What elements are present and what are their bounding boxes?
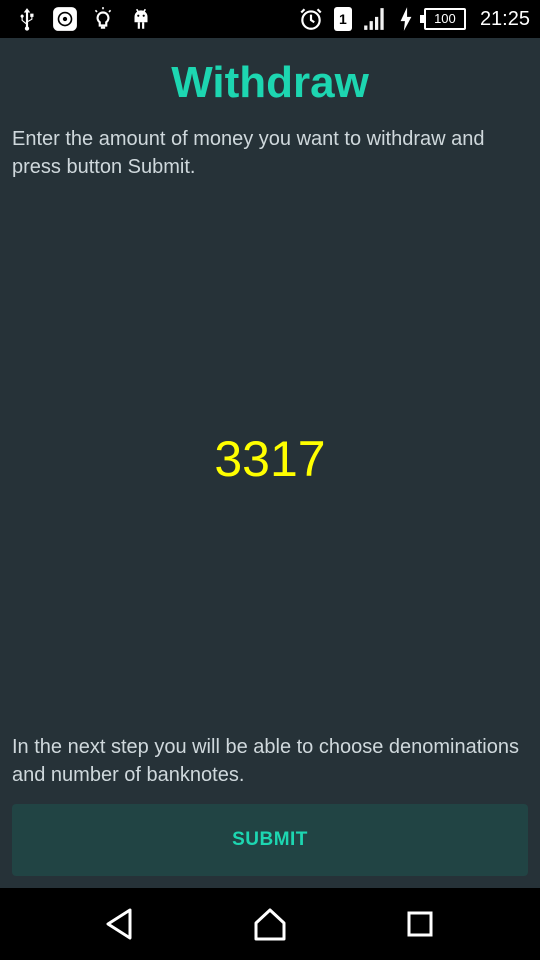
back-icon[interactable] <box>100 906 140 942</box>
sim-icon: 1 <box>333 7 352 31</box>
android-icon <box>128 6 154 32</box>
alarm-icon <box>298 6 324 32</box>
home-icon[interactable] <box>250 906 290 942</box>
lightbulb-icon <box>90 6 116 32</box>
recents-icon[interactable] <box>400 906 440 942</box>
signal-icon <box>362 6 388 32</box>
charging-icon <box>398 6 414 32</box>
intro-text: Enter the amount of money you want to wi… <box>12 128 485 178</box>
hint-text: In the next step you will be able to cho… <box>12 736 519 786</box>
clock: 21:25 <box>479 7 530 30</box>
app-notification-icon <box>52 6 78 32</box>
navigation-bar <box>0 888 540 960</box>
amount-input[interactable] <box>0 430 540 488</box>
notification-icons <box>14 6 154 32</box>
system-icons: 1 100 21:25 <box>298 6 530 32</box>
submit-button[interactable]: SUBMIT <box>12 804 528 876</box>
page-title: Withdraw <box>171 58 369 107</box>
usb-icon <box>14 6 40 32</box>
battery-icon: 100 <box>419 8 466 30</box>
status-bar: 1 100 21:25 <box>0 0 540 38</box>
